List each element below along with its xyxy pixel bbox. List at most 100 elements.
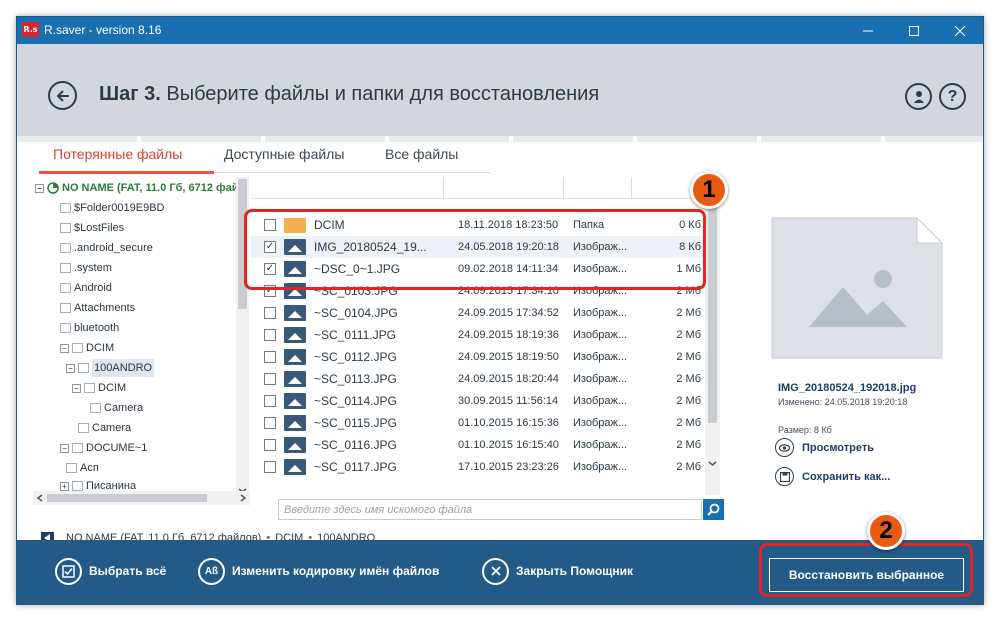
folder-icon: [78, 363, 89, 373]
file-type: Изображ...: [573, 307, 628, 319]
file-checkbox[interactable]: [264, 395, 276, 407]
tree-item-root[interactable]: − NO NAME (FAT, 11.0 Гб, 6712 фай: [35, 179, 239, 197]
save-as-label: Сохранить как...: [802, 470, 891, 483]
view-button[interactable]: Просмотреть: [775, 438, 874, 457]
folder-icon: [60, 203, 71, 213]
file-name: ~SC_0116.JPG: [314, 438, 397, 452]
file-checkbox[interactable]: [264, 329, 276, 341]
floppy-disk-icon: [775, 467, 794, 486]
file-checkbox[interactable]: [264, 439, 276, 451]
file-date: 01.10.2015 16:15:40: [458, 439, 559, 451]
file-size: 2 Мб: [676, 461, 701, 473]
tree-label: $Folder0019E9BD: [74, 202, 165, 214]
maximize-button[interactable]: [891, 17, 937, 44]
user-button[interactable]: [905, 83, 932, 110]
folder-icon: [72, 443, 83, 453]
tree-item[interactable]: Camera: [90, 399, 143, 417]
file-table-scrollbar[interactable]: [705, 177, 720, 495]
search-button[interactable]: [703, 499, 724, 520]
tree-item[interactable]: $Folder0019E9BD: [60, 199, 165, 217]
back-button[interactable]: [48, 81, 77, 110]
file-size: 2 Мб: [676, 439, 701, 451]
file-row[interactable]: ~SC_0115.JPG 01.10.2015 16:15:36 Изображ..…: [251, 412, 706, 434]
scroll-thumb[interactable]: [708, 193, 717, 423]
file-type: Изображ...: [573, 329, 628, 341]
tree-item[interactable]: Attachments: [60, 299, 135, 317]
tree-item[interactable]: − DOCUME~1: [60, 439, 147, 457]
close-icon: [955, 25, 965, 36]
collapse-icon[interactable]: −: [60, 343, 69, 353]
table-header: [251, 177, 706, 199]
file-row[interactable]: ~SC_0114.JPG 30.09.2015 11:56:14 Изображ..…: [251, 390, 706, 412]
file-row[interactable]: ~SC_0111.JPG 24.09.2015 18:19:36 Изображ..…: [251, 324, 706, 346]
step-number: Шаг 3.: [99, 83, 161, 105]
tree-item[interactable]: .android_secure: [60, 239, 153, 257]
tree-label: Асп: [80, 462, 99, 474]
file-row[interactable]: ~SC_0104.JPG 24.09.2015 17:34:52 Изображ..…: [251, 302, 706, 324]
tree-item[interactable]: Android: [60, 279, 112, 297]
file-size: 2 Мб: [676, 329, 701, 341]
minimize-button[interactable]: [845, 17, 891, 44]
scroll-thumb[interactable]: [47, 494, 207, 502]
tree-item-selected[interactable]: − 100ANDRO: [66, 359, 155, 377]
collapse-icon[interactable]: −: [60, 443, 69, 453]
tree-label: .android_secure: [74, 242, 153, 254]
tree-item[interactable]: $LostFiles: [60, 219, 124, 237]
file-row[interactable]: ~SC_0112.JPG 24.09.2015 18:19:50 Изображ..…: [251, 346, 706, 368]
collapse-icon[interactable]: −: [72, 383, 81, 393]
tree-label: Android: [74, 282, 112, 294]
file-type: Изображ...: [573, 373, 628, 385]
file-checkbox[interactable]: [264, 461, 276, 473]
scroll-down-icon: [708, 461, 717, 466]
file-size: 2 Мб: [676, 373, 701, 385]
app-logo-icon: R.s: [22, 22, 39, 37]
file-row[interactable]: ~SC_0116.JPG 01.10.2015 16:15:40 Изображ..…: [251, 434, 706, 456]
folder-icon: [72, 343, 83, 353]
file-checkbox[interactable]: [264, 351, 276, 363]
tree-item[interactable]: − DCIM: [60, 339, 114, 357]
save-as-button[interactable]: Сохранить как...: [775, 467, 890, 486]
tree-label: DCIM: [86, 342, 115, 354]
image-file-icon: [284, 459, 306, 475]
tree-item[interactable]: Camera: [78, 419, 131, 437]
app-window: R.s R.saver - version 8.16 Шаг 3. Выбери…: [16, 16, 984, 605]
tabs-underline: [39, 171, 491, 174]
folder-tree[interactable]: − NO NAME (FAT, 11.0 Гб, 6712 фай $Folde…: [33, 177, 250, 508]
select-all-button[interactable]: Выбрать всё: [55, 557, 166, 585]
tree-item[interactable]: Асп: [66, 459, 99, 477]
tab-lost-files[interactable]: Потерянные файлы: [53, 146, 182, 162]
folder-icon: [90, 403, 101, 413]
select-all-icon: [55, 557, 82, 585]
file-row[interactable]: ~SC_0113.JPG 24.09.2015 18:20:44 Изображ..…: [251, 368, 706, 390]
tree-item[interactable]: − DCIM: [72, 379, 126, 397]
search-input[interactable]: [278, 499, 702, 520]
file-checkbox[interactable]: [264, 307, 276, 319]
header-divider: [17, 136, 983, 142]
tree-item[interactable]: .system: [60, 259, 112, 277]
tree-label: DCIM: [98, 382, 127, 394]
file-row[interactable]: ~SC_0118.JPG17.10.2015 23:23:28Изображ..…: [251, 478, 706, 479]
close-helper-button[interactable]: Закрыть Помощник: [482, 557, 633, 585]
file-checkbox[interactable]: [264, 417, 276, 429]
file-date: 24.09.2015 18:19:50: [458, 351, 559, 363]
file-checkbox[interactable]: [264, 373, 276, 385]
folder-icon: [60, 303, 71, 313]
collapse-icon[interactable]: −: [35, 183, 44, 193]
scroll-left-icon: [36, 494, 43, 502]
folder-icon: [72, 481, 83, 491]
change-encoding-button[interactable]: Aß Изменить кодировку имён файлов: [198, 557, 439, 585]
preview-size: Размер: 8 Кб: [778, 425, 832, 435]
tab-available-files[interactable]: Доступные файлы: [224, 146, 344, 162]
expand-icon[interactable]: +: [60, 481, 69, 491]
collapse-icon[interactable]: −: [66, 363, 75, 373]
tab-all-files[interactable]: Все файлы: [385, 146, 458, 162]
image-file-icon: [284, 393, 306, 409]
tree-label: DOCUME~1: [86, 442, 148, 454]
tree-item[interactable]: bluetooth: [60, 319, 119, 337]
folder-icon: [66, 463, 77, 473]
tree-horizontal-scrollbar[interactable]: [33, 491, 250, 505]
help-button[interactable]: ?: [939, 83, 966, 110]
file-name: ~SC_0114.JPG: [314, 394, 397, 408]
close-window-button[interactable]: [937, 17, 983, 44]
file-row[interactable]: ~SC_0117.JPG 17.10.2015 23:23:26 Изображ..…: [251, 456, 706, 478]
